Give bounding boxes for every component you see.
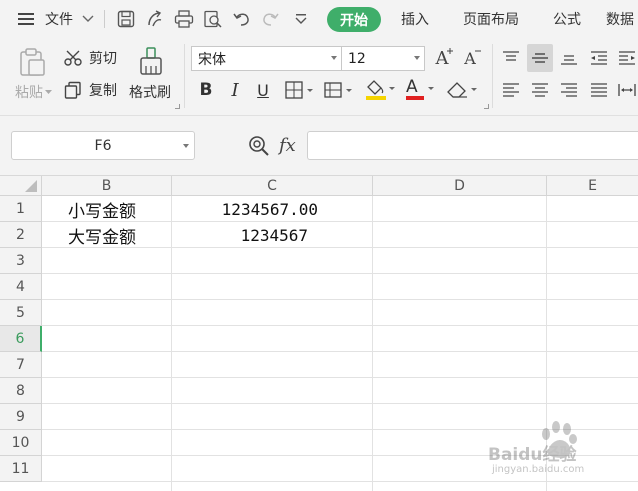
cell-c2[interactable]: 1234567 [172, 222, 308, 248]
tab-insert[interactable]: 插入 [392, 0, 438, 38]
column-header-b[interactable]: B [42, 176, 172, 196]
tab-data[interactable]: 数据 [606, 0, 638, 38]
format-painter-icon[interactable] [135, 44, 167, 78]
borders-button[interactable] [283, 78, 317, 102]
hamburger-menu-icon[interactable] [16, 0, 36, 38]
formula-bar: F6 fx [0, 116, 638, 176]
gridline [42, 481, 638, 482]
gridline [372, 196, 373, 491]
cell-b1[interactable]: 小写金额 [68, 196, 136, 222]
cell-c1[interactable]: 1234567.00 [172, 196, 318, 222]
row-header-7[interactable]: 7 [0, 352, 42, 378]
save-icon[interactable] [115, 0, 137, 38]
tab-formulas[interactable]: 公式 [544, 0, 590, 38]
row-header-1[interactable]: 1 [0, 196, 42, 222]
chevron-down-icon [331, 56, 337, 60]
decrease-indent-icon[interactable] [588, 46, 610, 70]
ribbon-toolbar: 粘贴 剪切 复制 格式刷 宋体 12 A A B I U A [0, 38, 638, 116]
copy-icon[interactable] [63, 80, 83, 100]
gridline [42, 403, 638, 404]
font-name-value: 宋体 [198, 51, 226, 68]
insert-function-button[interactable]: fx [279, 135, 296, 156]
chevron-down-icon [414, 56, 420, 60]
font-size-select[interactable]: 12 [341, 46, 425, 71]
gridline [42, 377, 638, 378]
cell-b2[interactable]: 大写金额 [68, 222, 136, 248]
tab-page-layout[interactable]: 页面布局 [453, 0, 529, 38]
watermark-brand: Baidu经验 [488, 445, 577, 465]
cut-button[interactable]: 剪切 [86, 48, 120, 68]
font-size-value: 12 [348, 50, 366, 67]
file-menu[interactable]: 文件 [42, 0, 76, 38]
font-color-icon: A [406, 77, 418, 97]
bold-button[interactable]: B [195, 78, 217, 102]
print-icon[interactable] [173, 0, 195, 38]
clipboard-launcher-icon[interactable] [175, 104, 180, 109]
font-name-select[interactable]: 宋体 [191, 46, 342, 71]
select-all-corner[interactable] [0, 176, 42, 196]
chevron-down-icon[interactable] [80, 0, 96, 38]
scissors-icon[interactable] [63, 48, 83, 68]
watermark-url: jingyan.baidu.com [492, 464, 585, 475]
menu-bar: 文件 开始 插入 页面布局 公式 数据 [0, 0, 638, 38]
copy-button[interactable]: 复制 [86, 80, 120, 100]
redo-icon[interactable] [259, 0, 281, 38]
column-header-c[interactable]: C [172, 176, 373, 196]
shrink-font-button[interactable]: A [458, 46, 482, 71]
row-header-2[interactable]: 2 [0, 222, 42, 248]
paste-button[interactable]: 粘贴 [12, 82, 46, 102]
print-preview-icon[interactable] [202, 0, 224, 38]
row-header-5[interactable]: 5 [0, 300, 42, 326]
column-header-d[interactable]: D [373, 176, 547, 196]
gridline [42, 351, 638, 352]
chevron-down-icon [183, 144, 189, 148]
baidu-watermark: Baidu经验 jingyan.baidu.com [488, 420, 628, 480]
row-header-6[interactable]: 6 [0, 326, 42, 352]
justify-icon[interactable] [588, 78, 610, 102]
align-top-icon[interactable] [500, 46, 522, 70]
row-header-10[interactable]: 10 [0, 430, 42, 456]
font-launcher-icon[interactable] [484, 104, 489, 109]
fill-color-button[interactable] [363, 76, 397, 102]
gridline [42, 325, 638, 326]
row-header-4[interactable]: 4 [0, 274, 42, 300]
align-middle-icon[interactable] [527, 44, 553, 72]
row-header-11[interactable]: 11 [0, 456, 42, 482]
gridline [42, 273, 638, 274]
merge-cells-button[interactable] [322, 78, 356, 102]
paste-dropdown-icon[interactable] [44, 87, 52, 97]
export-pdf-icon[interactable] [144, 0, 166, 38]
zoom-search-icon[interactable] [248, 135, 270, 157]
row-header-8[interactable]: 8 [0, 378, 42, 404]
tab-home[interactable]: 开始 [327, 7, 381, 32]
row-header-9[interactable]: 9 [0, 404, 42, 430]
align-bottom-icon[interactable] [558, 46, 580, 70]
underline-button[interactable]: U [252, 78, 274, 102]
formula-input[interactable] [307, 131, 638, 160]
divider [184, 44, 185, 108]
divider [104, 10, 105, 28]
format-painter-button[interactable]: 格式刷 [127, 82, 173, 102]
name-box-value: F6 [94, 137, 112, 154]
divider [492, 44, 493, 108]
column-header-e[interactable]: E [547, 176, 638, 196]
align-left-icon[interactable] [500, 78, 522, 102]
customize-toolbar-icon[interactable] [290, 0, 312, 38]
gridline [42, 299, 638, 300]
increase-indent-icon[interactable] [616, 46, 638, 70]
align-right-icon[interactable] [558, 78, 580, 102]
clear-format-button[interactable] [444, 76, 480, 102]
undo-icon[interactable] [231, 0, 253, 38]
row-header-3[interactable]: 3 [0, 248, 42, 274]
paste-icon[interactable] [14, 46, 50, 78]
grow-font-button[interactable]: A [430, 46, 454, 71]
italic-button[interactable]: I [224, 78, 246, 102]
distributed-align-icon[interactable] [616, 78, 638, 102]
font-color-button[interactable]: A [403, 76, 437, 102]
name-box[interactable]: F6 [11, 131, 195, 160]
align-center-icon[interactable] [529, 78, 551, 102]
